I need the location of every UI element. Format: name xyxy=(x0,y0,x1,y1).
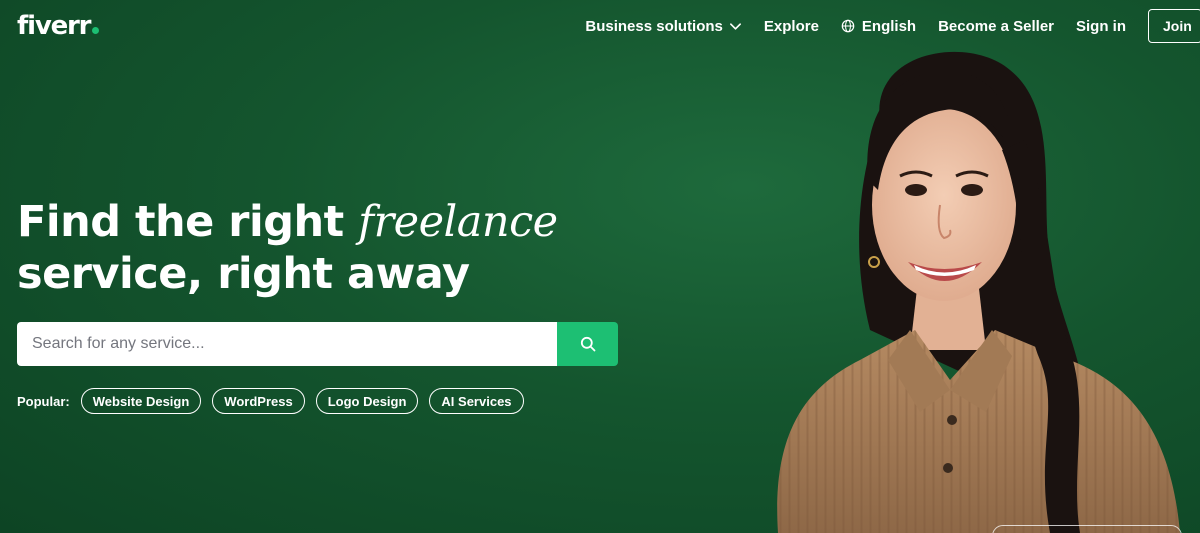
headline-part2: service, right away xyxy=(17,249,470,299)
headline-part1: Find the right xyxy=(17,197,344,247)
nav-become-seller[interactable]: Become a Seller xyxy=(938,18,1054,35)
top-nav: Business solutions Explore English Becom… xyxy=(585,0,1200,52)
join-button-label: Join xyxy=(1163,18,1192,34)
hero-headline: Find the right freelance service, right … xyxy=(17,196,558,300)
nav-explore[interactable]: Explore xyxy=(764,18,819,35)
hero-section: fiverr Business solutions Explore Englis… xyxy=(0,0,1200,533)
nav-business-solutions[interactable]: Business solutions xyxy=(585,18,742,35)
search-bar xyxy=(17,322,618,366)
nav-language[interactable]: English xyxy=(841,18,916,35)
fiverr-logo[interactable]: fiverr xyxy=(17,11,100,41)
headline-italic: freelance xyxy=(358,197,558,247)
nav-sign-in[interactable]: Sign in xyxy=(1076,18,1126,35)
hero-portrait-image xyxy=(777,51,1180,533)
nav-language-label: English xyxy=(861,17,917,35)
nav-sign-in-label: Sign in xyxy=(1076,17,1126,35)
popular-tag-website-design[interactable]: Website Design xyxy=(80,388,202,414)
popular-tag-logo-design[interactable]: Logo Design xyxy=(315,388,419,414)
logo-text: fiverr xyxy=(17,11,91,41)
search-icon xyxy=(580,336,595,352)
search-button[interactable] xyxy=(557,322,618,366)
popular-tags: Popular: Website Design WordPress Logo D… xyxy=(17,388,535,414)
globe-icon xyxy=(841,19,855,33)
popular-label: Popular: xyxy=(17,393,70,409)
popular-tag-wordpress[interactable]: WordPress xyxy=(212,388,305,414)
site-header: fiverr Business solutions Explore Englis… xyxy=(0,0,1200,52)
logo-dot-icon xyxy=(92,27,100,34)
nav-business-solutions-label: Business solutions xyxy=(585,17,723,35)
search-input[interactable] xyxy=(17,322,557,366)
join-button[interactable]: Join xyxy=(1148,9,1200,43)
corner-card-outline xyxy=(992,525,1182,533)
nav-become-seller-label: Become a Seller xyxy=(938,17,1054,35)
nav-explore-label: Explore xyxy=(763,17,819,35)
popular-tag-ai-services[interactable]: AI Services xyxy=(429,388,524,414)
chevron-down-icon xyxy=(729,22,741,30)
